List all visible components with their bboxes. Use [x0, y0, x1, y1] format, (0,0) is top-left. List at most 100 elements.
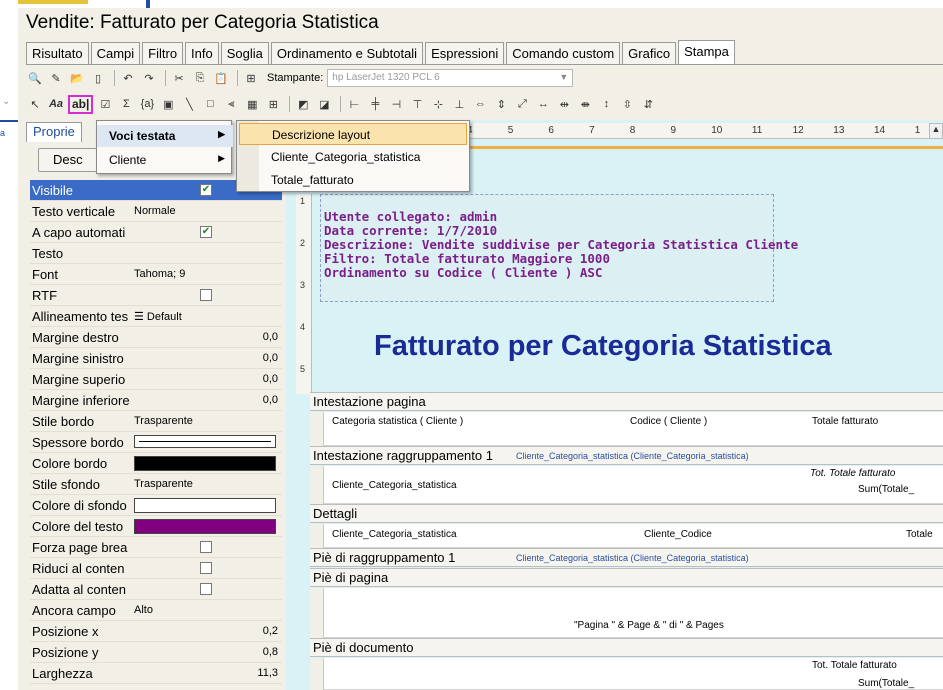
property-value[interactable] [130, 243, 282, 264]
tab-espressioni[interactable]: Espressioni [425, 42, 505, 64]
property-value[interactable] [130, 285, 282, 306]
align-middles-icon[interactable]: ⊹ [429, 95, 447, 113]
image-icon[interactable]: ▣ [159, 95, 177, 113]
property-value[interactable]: Trasparente [130, 411, 282, 432]
report-design-surface[interactable]: 45678910111213141 ▲ o 12345 Utente colle… [286, 120, 943, 690]
h-spacing-dec-icon[interactable]: ⇼ [576, 95, 594, 113]
page-number-expr[interactable]: "Pagina " & Page & " di " & Pages [574, 620, 724, 631]
property-value[interactable]: Trasparente [130, 474, 282, 495]
property-value[interactable] [130, 537, 282, 558]
property-checkbox[interactable] [200, 540, 212, 553]
paste-icon[interactable]: 📋 [212, 69, 230, 87]
checkbox-tool-icon[interactable]: ☑ [96, 95, 114, 113]
band-pie-raggruppamento[interactable]: Piè di raggruppamento 1 Cliente_Categori… [310, 548, 943, 567]
detail-field[interactable]: Cliente_Codice [644, 529, 712, 540]
pointer-icon[interactable]: ↖ [26, 95, 44, 113]
property-checkbox[interactable] [200, 561, 212, 574]
band-dettagli[interactable]: Dettagli [310, 504, 943, 523]
h-spacing-icon[interactable]: ↔ [534, 95, 552, 113]
page-setup-icon[interactable]: ⊞ [242, 69, 260, 87]
property-row[interactable]: Posizione y 0,8 [30, 642, 282, 663]
property-value[interactable]: Tahoma; 9 [130, 264, 282, 285]
align-tops-icon[interactable]: ⊤ [408, 95, 426, 113]
property-row[interactable]: Forza page brea [30, 537, 282, 558]
property-row[interactable]: Margine superio 0,0 [30, 369, 282, 390]
tab-grafico[interactable]: Grafico [622, 42, 677, 64]
tab-soglia[interactable]: Soglia [220, 42, 269, 64]
detail-field[interactable]: Cliente_Categoria_statistica [332, 529, 457, 540]
tab-campi[interactable]: Campi [90, 42, 141, 64]
band-pie-pagina[interactable]: Piè di pagina [310, 568, 943, 587]
align-lefts-icon[interactable]: ⊢ [345, 95, 363, 113]
tab-stampa[interactable]: Stampa [678, 40, 735, 64]
property-value[interactable]: 0,8 [130, 642, 282, 663]
property-value[interactable]: 11,3 [130, 663, 282, 684]
property-row[interactable]: Stile bordo Trasparente [30, 411, 282, 432]
property-value[interactable] [130, 495, 282, 516]
property-row[interactable]: Margine inferiore 0,0 [30, 390, 282, 411]
send-back-icon[interactable]: ◪ [315, 95, 333, 113]
detail-field[interactable]: Totale [906, 529, 933, 540]
border-width-preview[interactable] [134, 434, 276, 448]
field-icon[interactable]: {a} [138, 95, 156, 113]
print-preview-icon[interactable]: 🔍 [26, 69, 44, 87]
group-field[interactable]: Cliente_Categoria_statistica [332, 480, 457, 491]
menu-item[interactable]: Cliente ▶ [97, 149, 233, 171]
band-pie-documento[interactable]: Piè di documento [310, 638, 943, 657]
submenu-item[interactable]: Descrizione layout [239, 123, 467, 145]
property-value[interactable] [130, 558, 282, 579]
property-row[interactable]: Stile sfondo Trasparente [30, 474, 282, 495]
bring-front-icon[interactable]: ◩ [294, 95, 312, 113]
color-swatch[interactable] [134, 497, 276, 513]
property-row[interactable]: Spessore bordo [30, 432, 282, 453]
grid-icon[interactable]: ▦ [243, 95, 261, 113]
tab-filtro[interactable]: Filtro [142, 42, 184, 64]
property-checkbox[interactable] [200, 288, 212, 301]
property-value[interactable]: 0,0 [130, 348, 282, 369]
new-document-icon[interactable]: ▯ [89, 69, 107, 87]
property-row[interactable]: Riduci al conten [30, 558, 282, 579]
document-total-expr[interactable]: Sum(Totale_ [858, 678, 914, 689]
tab-risultato[interactable]: Risultato [26, 42, 89, 64]
description-button[interactable]: Desc [38, 148, 98, 172]
property-row[interactable]: Allineamento tes ☰ Default [30, 306, 282, 327]
line-tool-icon[interactable]: ╲ [180, 95, 198, 113]
tab-properties[interactable]: Proprie [26, 122, 82, 142]
printer-select[interactable]: hp LaserJet 1320 PCL 6 ▼ [327, 69, 574, 87]
property-row[interactable]: Font Tahoma; 9 [30, 264, 282, 285]
property-row[interactable]: Testo [30, 243, 282, 264]
property-row[interactable]: Ancora campo Alto [30, 600, 282, 621]
align-centers-icon[interactable]: ╪ [366, 95, 384, 113]
align-left-icon[interactable]: ⫷ [222, 95, 240, 113]
align-rights-icon[interactable]: ⊣ [387, 95, 405, 113]
color-swatch[interactable] [134, 455, 276, 471]
edit-icon[interactable]: ✎ [47, 69, 65, 87]
color-swatch[interactable] [134, 518, 276, 534]
property-value[interactable]: 0,2 [130, 621, 282, 642]
label-tool-icon[interactable]: Aa [47, 95, 65, 113]
band-intestazione-pagina[interactable]: Intestazione pagina [310, 392, 943, 411]
v-spacing-dec-icon[interactable]: ⇵ [639, 95, 657, 113]
property-row[interactable]: Margine sinistro 0,0 [30, 348, 282, 369]
property-value[interactable]: ☰ Default [130, 306, 282, 327]
report-title[interactable]: Fatturato per Categoria Statistica [374, 330, 832, 363]
property-row[interactable]: Margine destro 0,0 [30, 327, 282, 348]
property-value[interactable]: ✔ [130, 222, 282, 243]
property-value[interactable]: 0,0 [130, 327, 282, 348]
property-checkbox[interactable]: ✔ [200, 225, 212, 238]
column-header[interactable]: Categoria statistica ( Cliente ) [332, 416, 463, 427]
cut-icon[interactable]: ✂ [170, 69, 188, 87]
v-spacing-inc-icon[interactable]: ⇳ [618, 95, 636, 113]
tab-comando-custom[interactable]: Comando custom [506, 42, 621, 64]
submenu-item[interactable]: Totale_fatturato [239, 169, 467, 191]
snap-icon[interactable]: ⊞ [264, 95, 282, 113]
same-width-icon[interactable]: ⇔ [471, 95, 489, 113]
property-row[interactable]: Larghezza 11,3 [30, 663, 282, 684]
copy-icon[interactable]: ⎘ [191, 69, 209, 87]
tab-info[interactable]: Info [185, 42, 219, 64]
property-row[interactable]: RTF [30, 285, 282, 306]
property-checkbox[interactable] [200, 582, 212, 595]
document-total-label[interactable]: Tot. Totale fatturato [812, 660, 897, 671]
tab-ordinamento-e-subtotali[interactable]: Ordinamento e Subtotali [270, 42, 424, 64]
open-folder-icon[interactable]: 📂 [68, 69, 86, 87]
